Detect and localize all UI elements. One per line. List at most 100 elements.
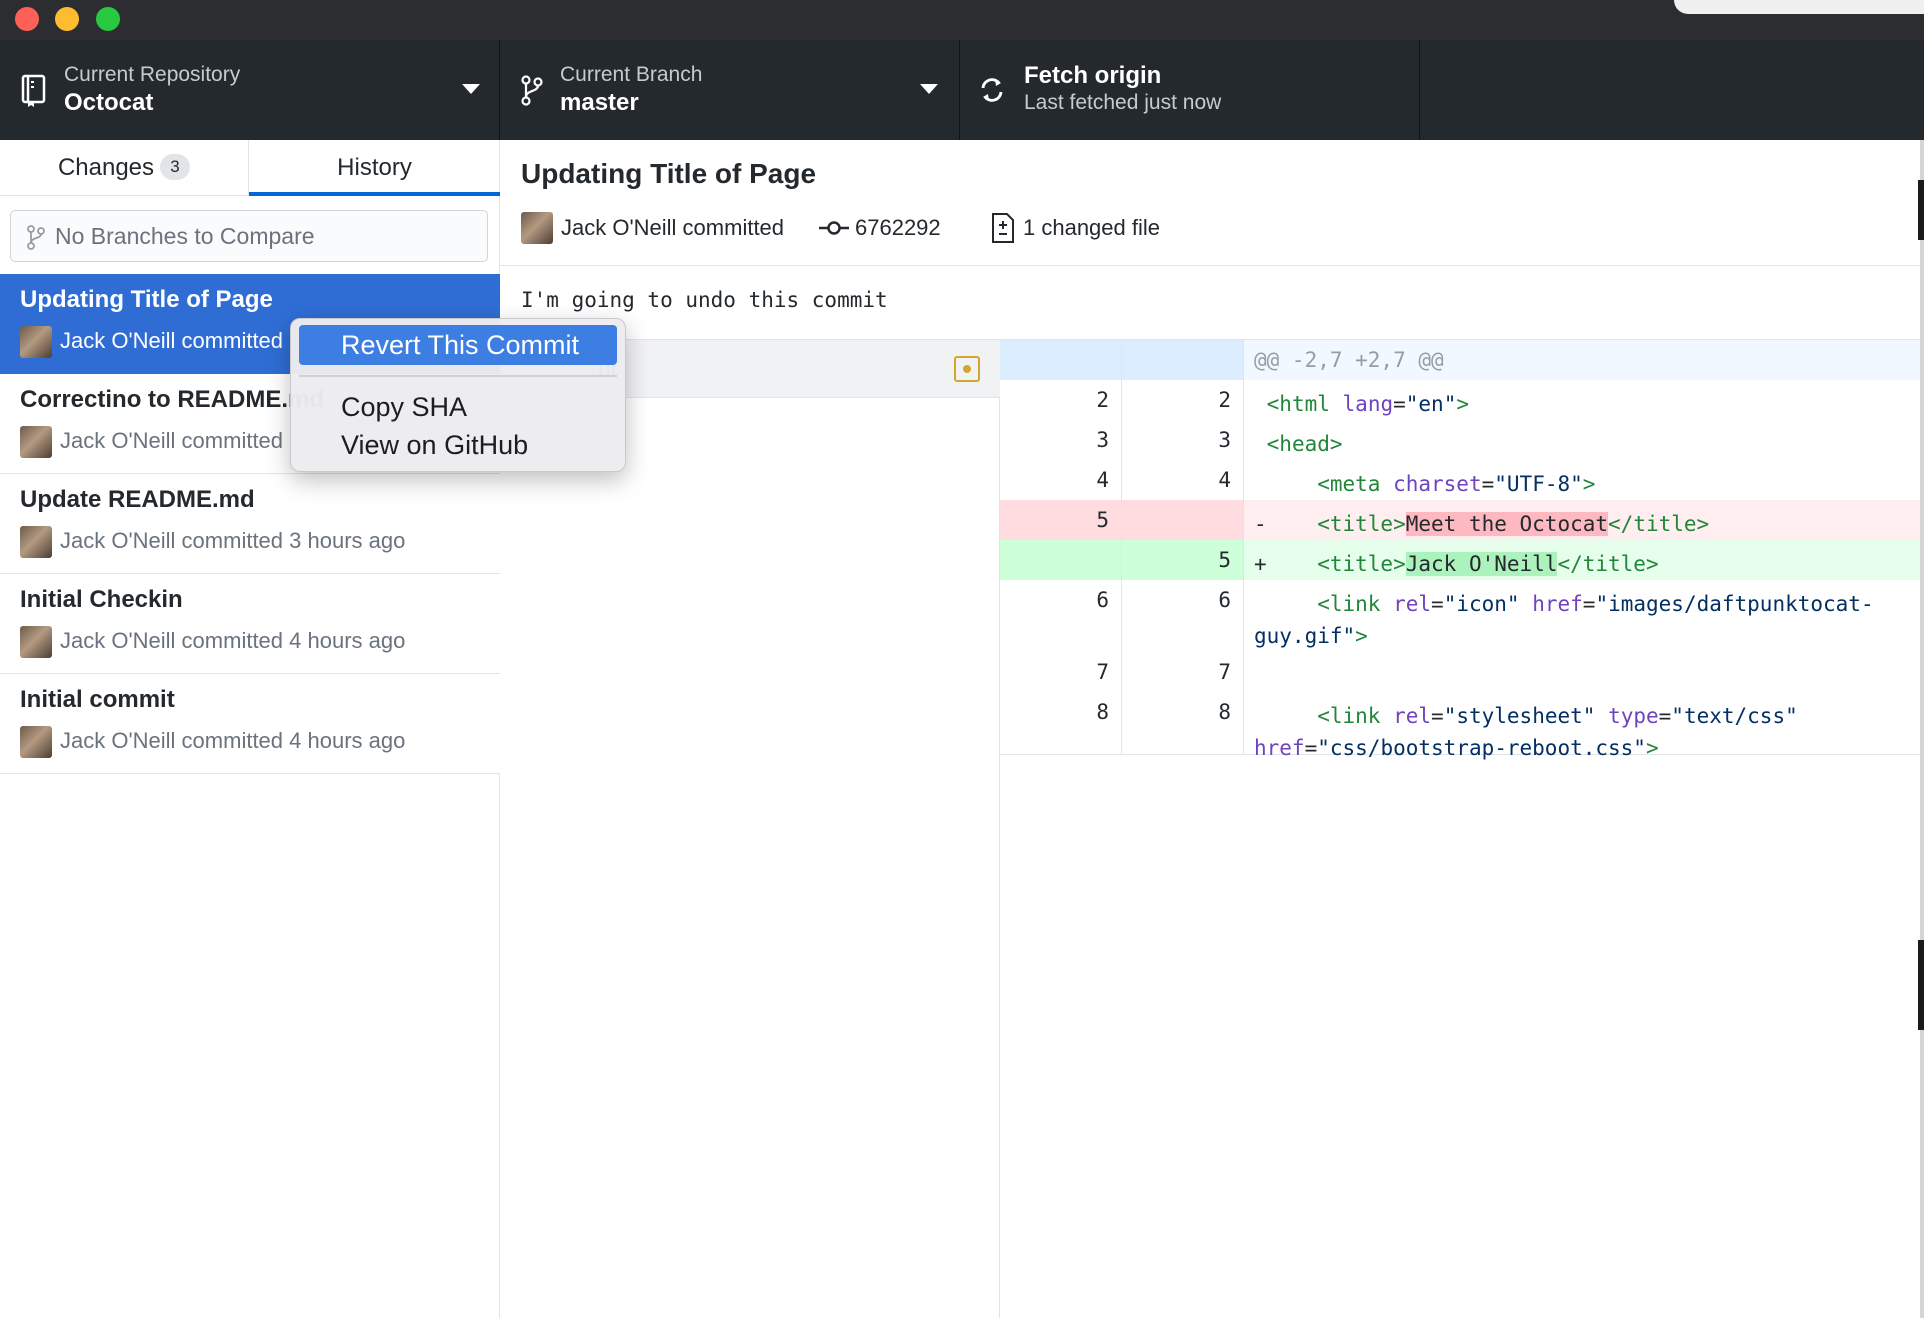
branch-compare-placeholder: No Branches to Compare — [55, 223, 315, 249]
commit-context-menu: Revert This Commit Copy SHA View on GitH… — [290, 318, 626, 472]
commit-meta: Jack O'Neill committed 3 hours ago — [60, 528, 406, 553]
commit-summary-header: Updating Title of Page Jack O'Neill comm… — [500, 140, 1920, 266]
changes-count-badge: 3 — [160, 154, 191, 180]
tab-changes-label: Changes — [57, 154, 155, 181]
commit-meta: Jack O'Neill committed — [60, 428, 284, 453]
old-line-number: 3 — [1096, 428, 1109, 452]
commit-title: Update README.md — [20, 486, 255, 513]
diff-line-code: - <title>Meet the Octocat</title> — [1254, 512, 1710, 536]
current-repository-name: Octocat — [64, 89, 154, 116]
fetch-origin-button[interactable]: Fetch origin Last fetched just now — [960, 40, 1420, 140]
sidebar-tabs: Changes 3 History — [0, 140, 500, 196]
current-repository-button[interactable]: Current Repository Octocat — [0, 40, 500, 140]
new-line-number: 3 — [1218, 428, 1231, 452]
old-line-number: 6 — [1096, 588, 1109, 612]
diff-line-code: <head> — [1266, 432, 1343, 456]
sidebar: Changes 3 History No Branches to Compare … — [0, 140, 500, 1318]
window-edge-shadow — [1918, 940, 1924, 1030]
avatar — [20, 326, 52, 358]
changed-files-count: 1 changed file — [1023, 215, 1160, 240]
changed-files-list: nl — [500, 340, 1000, 1318]
diff-line[interactable]: 2 2 <html lang="en"> — [1000, 380, 1920, 420]
minimize-window-button[interactable] — [55, 7, 79, 31]
diff-line-code — [1244, 652, 1920, 692]
diff-table: @@ -2,7 +2,7 @@ 2 2 <html lang="en"> 3 3… — [1000, 340, 1920, 760]
commit-author: Jack O'Neill committed — [561, 215, 785, 240]
commit-title: Initial commit — [20, 686, 175, 713]
repo-icon — [21, 74, 46, 107]
old-line-number: 5 — [1096, 508, 1109, 532]
tab-history-label: History — [337, 154, 412, 181]
diff-line-added[interactable]: 5 + <title>Jack O'Neill</title> — [1000, 540, 1920, 580]
last-fetched-caption: Last fetched just now — [1024, 91, 1222, 114]
avatar — [20, 726, 52, 758]
diff-hunk-header[interactable]: @@ -2,7 +2,7 @@ — [1000, 340, 1920, 380]
github-desktop-window: Current Repository Octocat Current Branc… — [0, 0, 1924, 1318]
window-edge-shadow — [1918, 180, 1924, 240]
old-line-number: 7 — [1096, 660, 1109, 684]
current-repository-caption: Current Repository — [64, 63, 241, 86]
commit-meta: Jack O'Neill committed 4 hours ago — [60, 728, 406, 753]
avatar — [521, 212, 553, 244]
commit-description-text: I'm going to undo this commit — [521, 288, 888, 312]
diff-line-code: <html lang="en"> — [1266, 392, 1469, 416]
background-window-edge — [1674, 0, 1924, 14]
tab-history[interactable]: History — [249, 140, 500, 196]
current-branch-caption: Current Branch — [560, 63, 703, 86]
sync-icon — [981, 78, 1003, 102]
diff-line[interactable]: 6 6 <link rel="icon" href="images/daftpu… — [1000, 580, 1920, 652]
file-diff-icon — [992, 213, 1014, 243]
diff-line-code: <link rel="stylesheet" type="text/css" h… — [1254, 704, 1798, 760]
fetch-origin-title: Fetch origin — [1024, 62, 1162, 89]
old-line-number: 8 — [1096, 700, 1109, 724]
new-line-number: 7 — [1218, 660, 1231, 684]
window-edge — [1920, 140, 1924, 1318]
commit-details-pane: Updating Title of Page Jack O'Neill comm… — [500, 140, 1920, 1318]
git-commit-icon — [819, 221, 849, 235]
diff-line-code: <meta charset="UTF-8"> — [1317, 472, 1596, 496]
diff-viewer: @@ -2,7 +2,7 @@ 2 2 <html lang="en"> 3 3… — [1000, 340, 1920, 1318]
old-line-number: 2 — [1096, 388, 1109, 412]
commit-list-item[interactable]: Update README.md Jack O'Neill committed … — [0, 474, 500, 574]
hunk-header-text: @@ -2,7 +2,7 @@ — [1254, 348, 1444, 372]
copy-sha-menu-item[interactable]: Copy SHA — [299, 387, 617, 427]
commit-title: Initial Checkin — [20, 586, 183, 613]
chevron-down-icon — [462, 84, 480, 94]
revert-commit-menu-item[interactable]: Revert This Commit — [299, 325, 617, 365]
diff-line[interactable]: 8 8 <link rel="stylesheet" type="text/cs… — [1000, 692, 1920, 760]
close-window-button[interactable] — [15, 7, 39, 31]
diff-line-code: + <title>Jack O'Neill</title> — [1254, 552, 1659, 576]
diff-line[interactable]: 7 7 — [1000, 652, 1920, 692]
commit-description: I'm going to undo this commit — [500, 266, 1920, 340]
current-branch-button[interactable]: Current Branch master — [500, 40, 960, 140]
commit-title: Correctino to README.md — [20, 386, 325, 413]
diff-line[interactable]: 4 4 <meta charset="UTF-8"> — [1000, 460, 1920, 500]
commit-sha[interactable]: 6762292 — [855, 215, 941, 241]
chevron-down-icon — [920, 84, 938, 94]
new-line-number: 2 — [1218, 388, 1231, 412]
commit-list-item[interactable]: Initial commit Jack O'Neill committed 4 … — [0, 674, 500, 774]
branch-icon — [27, 225, 45, 250]
view-on-github-menu-item[interactable]: View on GitHub — [299, 425, 617, 465]
new-line-number: 5 — [1218, 548, 1231, 572]
commit-list-item[interactable]: Initial Checkin Jack O'Neill committed 4… — [0, 574, 500, 674]
commit-meta: Jack O'Neill committed 4 hours ago — [60, 628, 406, 653]
toolbar: Current Repository Octocat Current Branc… — [0, 40, 1924, 140]
old-line-number: 4 — [1096, 468, 1109, 492]
new-line-number: 4 — [1218, 468, 1231, 492]
branch-icon — [521, 75, 543, 106]
menu-separator — [299, 375, 617, 377]
new-line-number: 6 — [1218, 588, 1231, 612]
diff-line-deleted[interactable]: 5 - <title>Meet the Octocat</title> — [1000, 500, 1920, 540]
zoom-window-button[interactable] — [96, 7, 120, 31]
window-titlebar — [0, 0, 1924, 40]
diff-line-code: <link rel="icon" href="images/daftpunkto… — [1254, 592, 1874, 648]
diff-line[interactable]: 3 3 <head> — [1000, 420, 1920, 460]
commit-title: Updating Title of Page — [20, 286, 273, 313]
file-modified-icon — [954, 356, 980, 382]
branch-compare-input[interactable]: No Branches to Compare — [10, 210, 488, 262]
avatar — [20, 426, 52, 458]
avatar — [20, 626, 52, 658]
tab-changes[interactable]: Changes 3 — [0, 140, 249, 196]
